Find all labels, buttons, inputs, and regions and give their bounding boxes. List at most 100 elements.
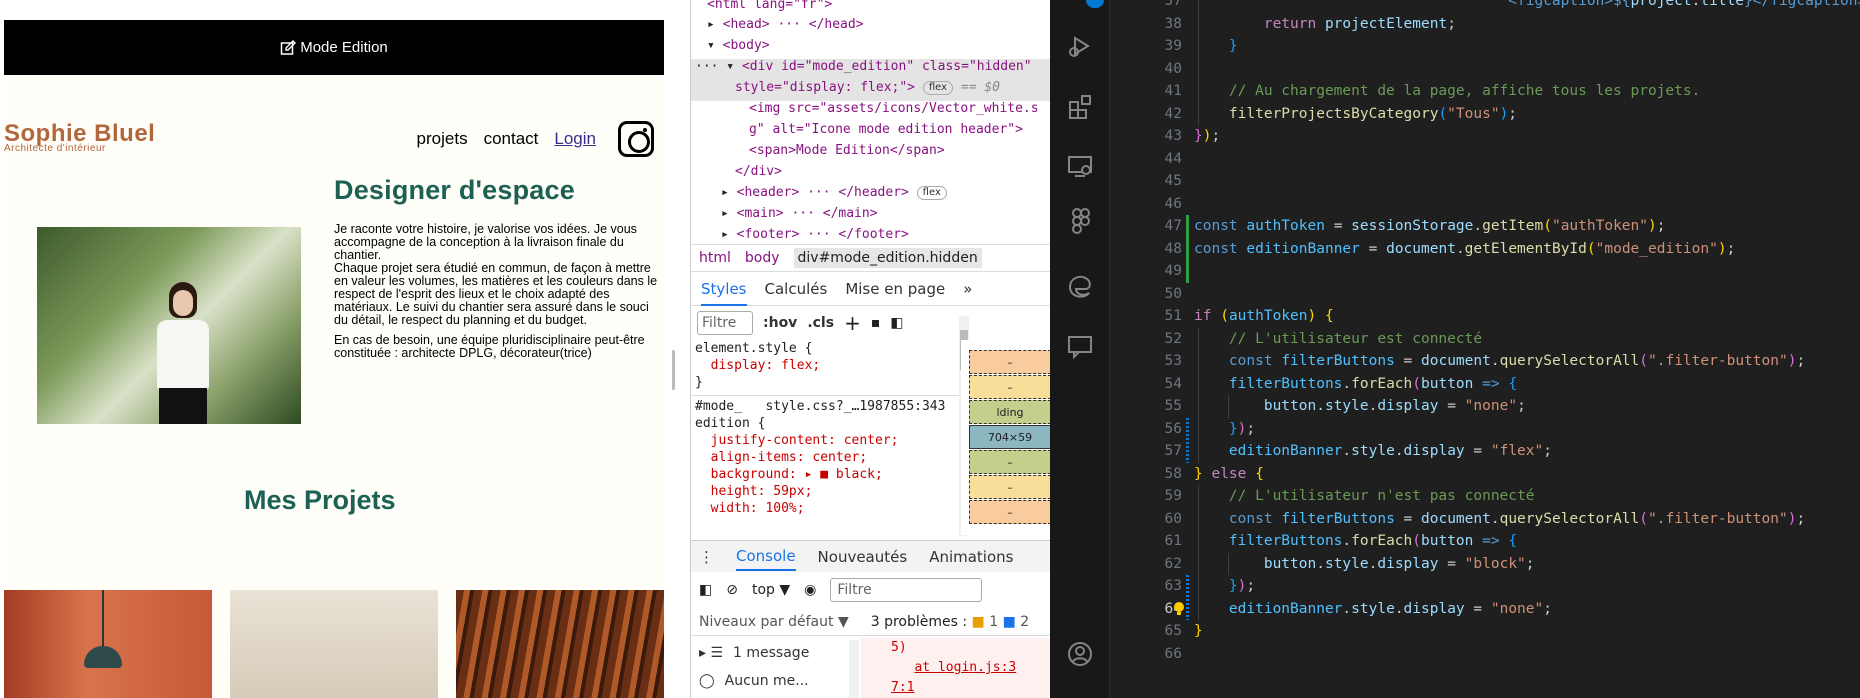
code-line[interactable]: const authToken = sessionStorage.getItem… (1194, 215, 1665, 238)
code-line[interactable]: } (1194, 620, 1203, 643)
sidebar-icon[interactable]: ◧ (699, 582, 712, 598)
code-line[interactable]: button.style.display = "block"; (1194, 553, 1535, 576)
line-number: 46 (1164, 195, 1182, 212)
dom-node[interactable]: ▸ <footer> ··· </footer> (721, 224, 909, 244)
breadcrumb-item[interactable]: html (699, 250, 731, 266)
git-change-marker[interactable] (1186, 417, 1189, 463)
css-declaration[interactable]: align-items: center; (691, 449, 959, 466)
panel-resize-handle[interactable] (672, 350, 675, 390)
git-change-marker[interactable] (1186, 215, 1189, 283)
line-number: 43 (1164, 128, 1182, 144)
extensions-icon[interactable] (1064, 90, 1096, 122)
code-line[interactable]: }); (1194, 418, 1255, 441)
code-line[interactable]: // L'utilisateur n'est pas connecté (1194, 485, 1535, 508)
git-change-marker[interactable] (1186, 575, 1189, 620)
remote-explorer-icon[interactable] (1064, 150, 1096, 182)
code-line[interactable]: } else { (1194, 463, 1264, 486)
tab-whats-new[interactable]: Nouveautés (818, 548, 908, 566)
css-declaration[interactable]: justify-content: center; (691, 432, 959, 449)
drawer-menu-icon[interactable]: ⋮ (699, 548, 714, 566)
tab-layout[interactable]: Mise en page (845, 280, 945, 298)
dom-node[interactable]: ▸ <header> ··· </header> flex (721, 182, 947, 203)
line-number: 62 (1164, 555, 1182, 572)
code-line[interactable]: editionBanner.style.display = "flex"; (1194, 440, 1552, 463)
context-select[interactable]: top ▼ (752, 582, 790, 598)
live-share-icon[interactable] (1064, 330, 1096, 362)
dom-node[interactable]: ▾ <body> (707, 35, 770, 56)
project-image (4, 590, 212, 698)
line-number: 50 (1164, 285, 1182, 302)
code-line[interactable]: const filterButtons = document.querySele… (1194, 350, 1805, 373)
edge-icon[interactable] (1064, 270, 1096, 302)
breadcrumb-item[interactable]: div#mode_edition.hidden (793, 248, 982, 268)
code-line[interactable]: }); (1194, 125, 1220, 148)
dom-node[interactable]: </div> (735, 161, 782, 182)
code-line[interactable]: filterProjectsByCategory("Tous"); (1194, 103, 1517, 126)
dom-node-selected[interactable]: ··· ▾ <div id="mode_edition" class="hidd… (695, 56, 1032, 77)
tab-animations[interactable]: Animations (929, 548, 1013, 566)
nav-link-login[interactable]: Login (554, 129, 596, 149)
dom-node[interactable]: <html lang="fr"> (707, 0, 832, 15)
site-logo-subtitle: Architecte d'intérieur (4, 143, 106, 154)
css-declaration[interactable]: display: flex; (691, 357, 959, 374)
lightbulb-icon[interactable] (1172, 601, 1186, 617)
sidebar-item-user-messages[interactable]: ◯ Aucun me... (699, 668, 809, 694)
sidebar-item-messages[interactable]: ▸ ☰ 1 message (699, 640, 809, 666)
more-tabs-icon[interactable]: » (963, 280, 972, 298)
code-line[interactable]: const editionBanner = document.getElemen… (1194, 238, 1735, 261)
breadcrumb-item[interactable]: body (745, 250, 780, 266)
add-rule-icon[interactable]: + (844, 311, 861, 335)
dom-node-selected[interactable]: style="display: flex;"> flex == $0 (735, 77, 1000, 98)
tab-computed[interactable]: Calculés (765, 280, 828, 298)
cls-toggle[interactable]: .cls (807, 315, 834, 331)
main-nav: projets contact Login (417, 121, 654, 157)
code-line[interactable]: if (authToken) { (1194, 305, 1334, 328)
css-declaration[interactable]: width: 100%; (691, 500, 959, 517)
code-line[interactable]: const filterButtons = document.querySele… (1194, 508, 1805, 531)
code-line[interactable]: // Au chargement de la page, affiche tou… (1194, 80, 1700, 103)
eye-icon[interactable]: ◉ (804, 582, 816, 598)
figma-icon[interactable] (1064, 205, 1096, 237)
dom-node[interactable]: ▸ <main> ··· </main> (721, 203, 878, 224)
tab-styles[interactable]: Styles (701, 280, 747, 306)
styles-filter-input[interactable]: Filtre (697, 311, 753, 335)
dom-node[interactable]: <span>Mode Edition</span> (749, 140, 945, 161)
dom-node[interactable]: ▸ <head> ··· </head> (707, 14, 864, 35)
console-sidebar-scrollbar[interactable] (849, 640, 859, 698)
paint-icon[interactable]: ▪ (871, 315, 881, 331)
issues-summary[interactable]: 3 problèmes : ■ 1 ■ 2 (871, 614, 1029, 630)
css-declaration[interactable]: background: ▸ ■ black; (691, 466, 959, 483)
css-declaration[interactable]: height: 59px; (691, 483, 959, 500)
hov-toggle[interactable]: :hov (763, 315, 797, 331)
rule-selector[interactable]: #mode_ style.css?_…1987855:343 (691, 395, 959, 415)
flex-badge[interactable]: flex (922, 80, 954, 95)
line-number: 55 (1164, 398, 1182, 414)
nav-link-projets[interactable]: projets (417, 129, 468, 149)
dom-node[interactable]: <img src="assets/icons/Vector_white.s (749, 98, 1039, 119)
log-levels-select[interactable]: Niveaux par défaut ▼ (699, 614, 849, 630)
notification-badge (1086, 0, 1104, 8)
tab-console[interactable]: Console (736, 547, 796, 571)
dom-node[interactable]: g" alt="Icone mode edition header"> (749, 119, 1023, 140)
code-editor[interactable]: 37 <figcaption>${project.title}</figcapt… (1110, 0, 1860, 698)
nav-link-contact[interactable]: contact (484, 129, 539, 149)
line-number: 52 (1164, 330, 1182, 347)
error-source-link[interactable]: at login.js:3 (914, 660, 1016, 675)
code-line[interactable]: } (1194, 35, 1238, 58)
code-line[interactable]: <figcaption>${project.title}</figcaption… (1194, 0, 1860, 13)
code-line[interactable]: // L'utilisateur est connecté (1194, 328, 1482, 351)
console-filter-input[interactable]: Filtre (830, 578, 983, 602)
clear-console-icon[interactable]: ⊘ (726, 582, 738, 598)
account-icon[interactable] (1064, 638, 1096, 670)
line-number: 61 (1164, 533, 1182, 549)
code-line[interactable]: editionBanner.style.display = "none"; (1194, 598, 1552, 621)
instagram-icon[interactable] (618, 121, 654, 157)
code-line[interactable]: return projectElement; (1194, 13, 1456, 36)
run-debug-icon[interactable] (1064, 30, 1096, 62)
code-line[interactable]: }); (1194, 575, 1255, 598)
code-line[interactable]: filterButtons.forEach(button => { (1194, 373, 1517, 396)
edit-icon (280, 39, 297, 55)
sidebar-toggle-icon[interactable]: ◧ (890, 315, 903, 331)
code-line[interactable]: button.style.display = "none"; (1194, 395, 1526, 418)
code-line[interactable]: filterButtons.forEach(button => { (1194, 530, 1517, 553)
